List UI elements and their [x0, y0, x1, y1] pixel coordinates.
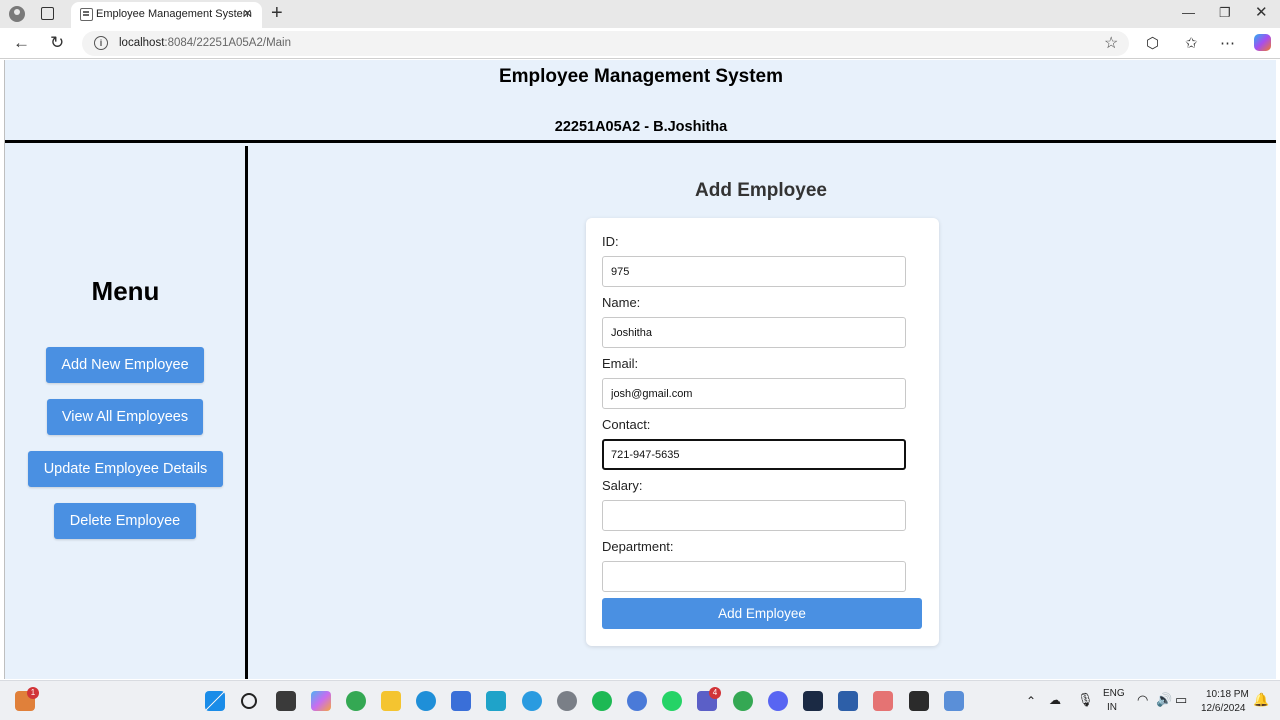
webstorm-icon[interactable] [803, 691, 823, 711]
address-toolbar: ← ↻ i localhost:8084/22251A05A2/Main ☆ ⬡… [0, 28, 1280, 59]
onedrive-icon[interactable]: ☁ [1049, 693, 1061, 707]
start-icon[interactable] [205, 691, 225, 711]
mysql-icon[interactable] [486, 691, 506, 711]
terminal-icon[interactable] [909, 691, 929, 711]
copilot-app-icon[interactable] [311, 691, 331, 711]
app-store-icon[interactable] [627, 691, 647, 711]
delete-employee-button[interactable]: Delete Employee [54, 503, 196, 539]
id-field[interactable] [602, 256, 906, 287]
edge-icon[interactable] [416, 691, 436, 711]
department-label: Department: [602, 539, 674, 554]
region-indicator: IN [1107, 702, 1117, 713]
settings-icon[interactable] [557, 691, 577, 711]
department-field[interactable] [602, 561, 906, 592]
language-indicator[interactable]: ENG [1103, 688, 1125, 699]
url-input[interactable]: i localhost:8084/22251A05A2/Main ☆ [82, 31, 1129, 56]
web-page: Employee Management System 22251A05A2 - … [4, 60, 1276, 679]
site-info-icon[interactable]: i [94, 36, 108, 50]
tray-chevron-icon[interactable]: ⌃ [1026, 694, 1036, 708]
security-icon[interactable] [838, 691, 858, 711]
favorites-icon[interactable]: ✩ [1185, 34, 1198, 52]
clock-time[interactable]: 10:18 PM [1206, 689, 1249, 700]
restore-icon[interactable]: ❐ [1219, 5, 1231, 21]
copilot-icon[interactable] [1254, 34, 1271, 51]
page-header: Employee Management System 22251A05A2 - … [5, 60, 1276, 143]
battery-icon[interactable]: ▭ [1175, 692, 1187, 708]
browser-tab-bar: Employee Management System × + — ❐ ✕ [0, 0, 1280, 28]
task-view-icon[interactable] [276, 691, 296, 711]
notification-bell-icon[interactable]: 🔔 [1253, 692, 1269, 708]
more-options-icon[interactable]: ⋯ [1220, 34, 1235, 52]
favorite-star-icon[interactable]: ☆ [1104, 33, 1118, 53]
add-new-employee-button[interactable]: Add New Employee [46, 347, 204, 383]
add-employee-form: ID: Name: Email: Contact: Salary: Depart… [586, 218, 939, 646]
new-tab-icon[interactable]: + [271, 2, 283, 25]
volume-icon[interactable]: 🔊 [1156, 692, 1172, 708]
name-label: Name: [602, 295, 641, 310]
contact-label: Contact: [602, 417, 651, 432]
minimize-icon[interactable]: — [1182, 5, 1195, 20]
store-icon[interactable] [451, 691, 471, 711]
file-explorer-icon[interactable] [381, 691, 401, 711]
page-title: Employee Management System [498, 66, 784, 87]
wifi-icon[interactable]: ◠ [1137, 692, 1148, 708]
browser-tab[interactable]: Employee Management System × [71, 2, 262, 28]
chrome-icon[interactable] [346, 691, 366, 711]
refresh-icon[interactable]: ↻ [50, 33, 64, 53]
id-label: ID: [602, 234, 619, 249]
microphone-icon[interactable]: 🎙 [1077, 692, 1094, 708]
view-all-employees-button[interactable]: View All Employees [47, 399, 203, 435]
menu-title: Menu [91, 276, 160, 306]
tab-actions-icon[interactable] [41, 7, 54, 20]
os-taskbar: 1 4 ⌃ ☁ 🎙 ENG IN ◠ 🔊 ▭ 10:18 PM 12/6/202… [0, 680, 1280, 720]
search-icon[interactable] [241, 693, 257, 709]
whatsapp-icon[interactable] [662, 691, 682, 711]
back-icon[interactable]: ← [13, 33, 30, 53]
page-favicon-icon [80, 8, 93, 21]
profile-icon[interactable] [9, 6, 25, 22]
widgets-badge: 1 [27, 687, 39, 699]
snip-sketch-icon[interactable] [944, 691, 964, 711]
add-employee-submit-button[interactable]: Add Employee [602, 598, 922, 629]
url-text: localhost:8084/22251A05A2/Main [119, 37, 291, 49]
main-content: Add Employee ID: Name: Email: Contact: S… [251, 146, 1276, 679]
snipping-tool-icon[interactable] [873, 691, 893, 711]
salary-label: Salary: [602, 478, 643, 493]
sidebar: Menu Add New Employee View All Employees… [5, 146, 248, 679]
name-field[interactable] [602, 317, 906, 348]
contact-field[interactable] [602, 439, 906, 470]
discord-icon[interactable] [768, 691, 788, 711]
close-tab-icon[interactable]: × [243, 5, 252, 22]
spotify-icon[interactable] [592, 691, 612, 711]
teams-badge: 4 [709, 687, 721, 699]
chrome-profile-icon[interactable] [733, 691, 753, 711]
close-window-icon[interactable]: ✕ [1255, 3, 1268, 21]
extensions-icon[interactable]: ⬡ [1146, 34, 1159, 52]
email-field[interactable] [602, 378, 906, 409]
update-employee-details-button[interactable]: Update Employee Details [28, 451, 223, 487]
tab-title: Employee Management System [96, 8, 252, 20]
vscode-icon[interactable] [522, 691, 542, 711]
email-label: Email: [602, 356, 639, 371]
clock-date: 12/6/2024 [1201, 703, 1246, 714]
form-title: Add Employee [695, 180, 827, 201]
salary-field[interactable] [602, 500, 906, 531]
page-subtitle: 22251A05A2 - B.Joshitha [554, 119, 728, 135]
